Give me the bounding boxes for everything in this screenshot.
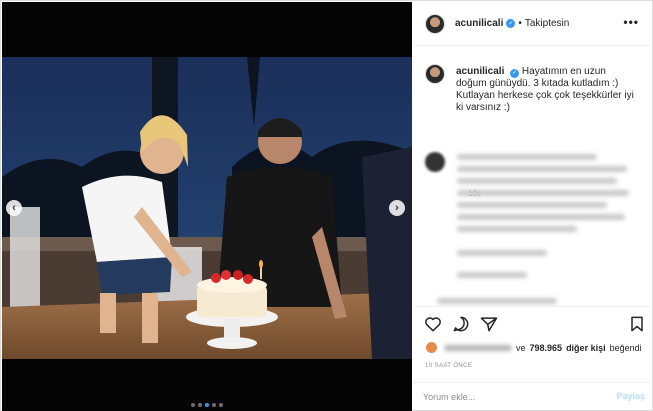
divider bbox=[413, 306, 653, 307]
likes-connector: ve bbox=[516, 342, 526, 353]
share-icon[interactable] bbox=[479, 314, 499, 334]
follow-status-button[interactable]: Takiptesin bbox=[525, 18, 569, 29]
comment-icon[interactable] bbox=[451, 314, 471, 334]
post-header: acunilicali ✓ • Takiptesin ••• bbox=[413, 2, 653, 46]
avatar bbox=[425, 152, 445, 172]
blurred-text bbox=[457, 190, 629, 196]
post-photo bbox=[2, 57, 412, 359]
blurred-text bbox=[437, 298, 557, 304]
caption-text: acunilicali ✓ Hayatımın en uzun doğum gü… bbox=[456, 66, 636, 114]
carousel-dot bbox=[198, 403, 202, 407]
username-link[interactable]: acunilicali bbox=[455, 18, 503, 29]
post-timestamp[interactable]: 10 SAAT ÖNCE bbox=[425, 363, 472, 369]
likes-verb: beğendi bbox=[609, 342, 642, 353]
carousel-dot bbox=[191, 403, 195, 407]
heart-icon[interactable] bbox=[423, 314, 443, 334]
blurred-text bbox=[457, 250, 547, 256]
blurred-text bbox=[457, 202, 607, 208]
carousel-dot bbox=[212, 403, 216, 407]
post-modal: ‹ › acunilicali ✓ • Takiptesin ••• acuni… bbox=[0, 0, 653, 411]
likes-summary: ve 798.965 diğer kişi beğendi bbox=[425, 341, 642, 354]
bookmark-icon[interactable] bbox=[627, 314, 647, 334]
ellipsis-icon[interactable]: ••• bbox=[623, 15, 639, 29]
avatar[interactable] bbox=[425, 64, 445, 84]
carousel-dot bbox=[219, 403, 223, 407]
blurred-text bbox=[444, 344, 512, 351]
chevron-left-icon[interactable]: ‹ bbox=[6, 200, 22, 216]
post-comment-button[interactable]: Paylaş bbox=[616, 391, 645, 401]
carousel-dot-active bbox=[205, 403, 209, 407]
separator: • bbox=[518, 18, 522, 29]
carousel-indicator bbox=[2, 403, 412, 407]
blurred-text bbox=[457, 154, 597, 160]
blurred-text bbox=[457, 226, 577, 232]
comment-bar: Paylaş bbox=[413, 382, 653, 411]
chevron-right-icon[interactable]: › bbox=[389, 200, 405, 216]
blurred-text bbox=[457, 214, 625, 220]
post-sidebar: acunilicali ✓ • Takiptesin ••• acunilica… bbox=[413, 2, 653, 411]
action-bar bbox=[423, 314, 645, 336]
verified-badge-icon: ✓ bbox=[506, 19, 516, 28]
caption-username[interactable]: acunilicali bbox=[456, 66, 504, 77]
blurred-text bbox=[457, 166, 627, 172]
verified-badge-icon: ✓ bbox=[510, 68, 520, 78]
comment-input[interactable] bbox=[423, 390, 593, 404]
likes-suffix[interactable]: diğer kişi bbox=[566, 343, 606, 353]
avatar bbox=[425, 341, 438, 354]
blurred-text bbox=[457, 178, 617, 184]
media-viewer: ‹ › bbox=[2, 2, 412, 411]
avatar[interactable] bbox=[425, 13, 445, 34]
blurred-text bbox=[457, 272, 527, 278]
likes-count[interactable]: 798.965 bbox=[530, 343, 563, 353]
